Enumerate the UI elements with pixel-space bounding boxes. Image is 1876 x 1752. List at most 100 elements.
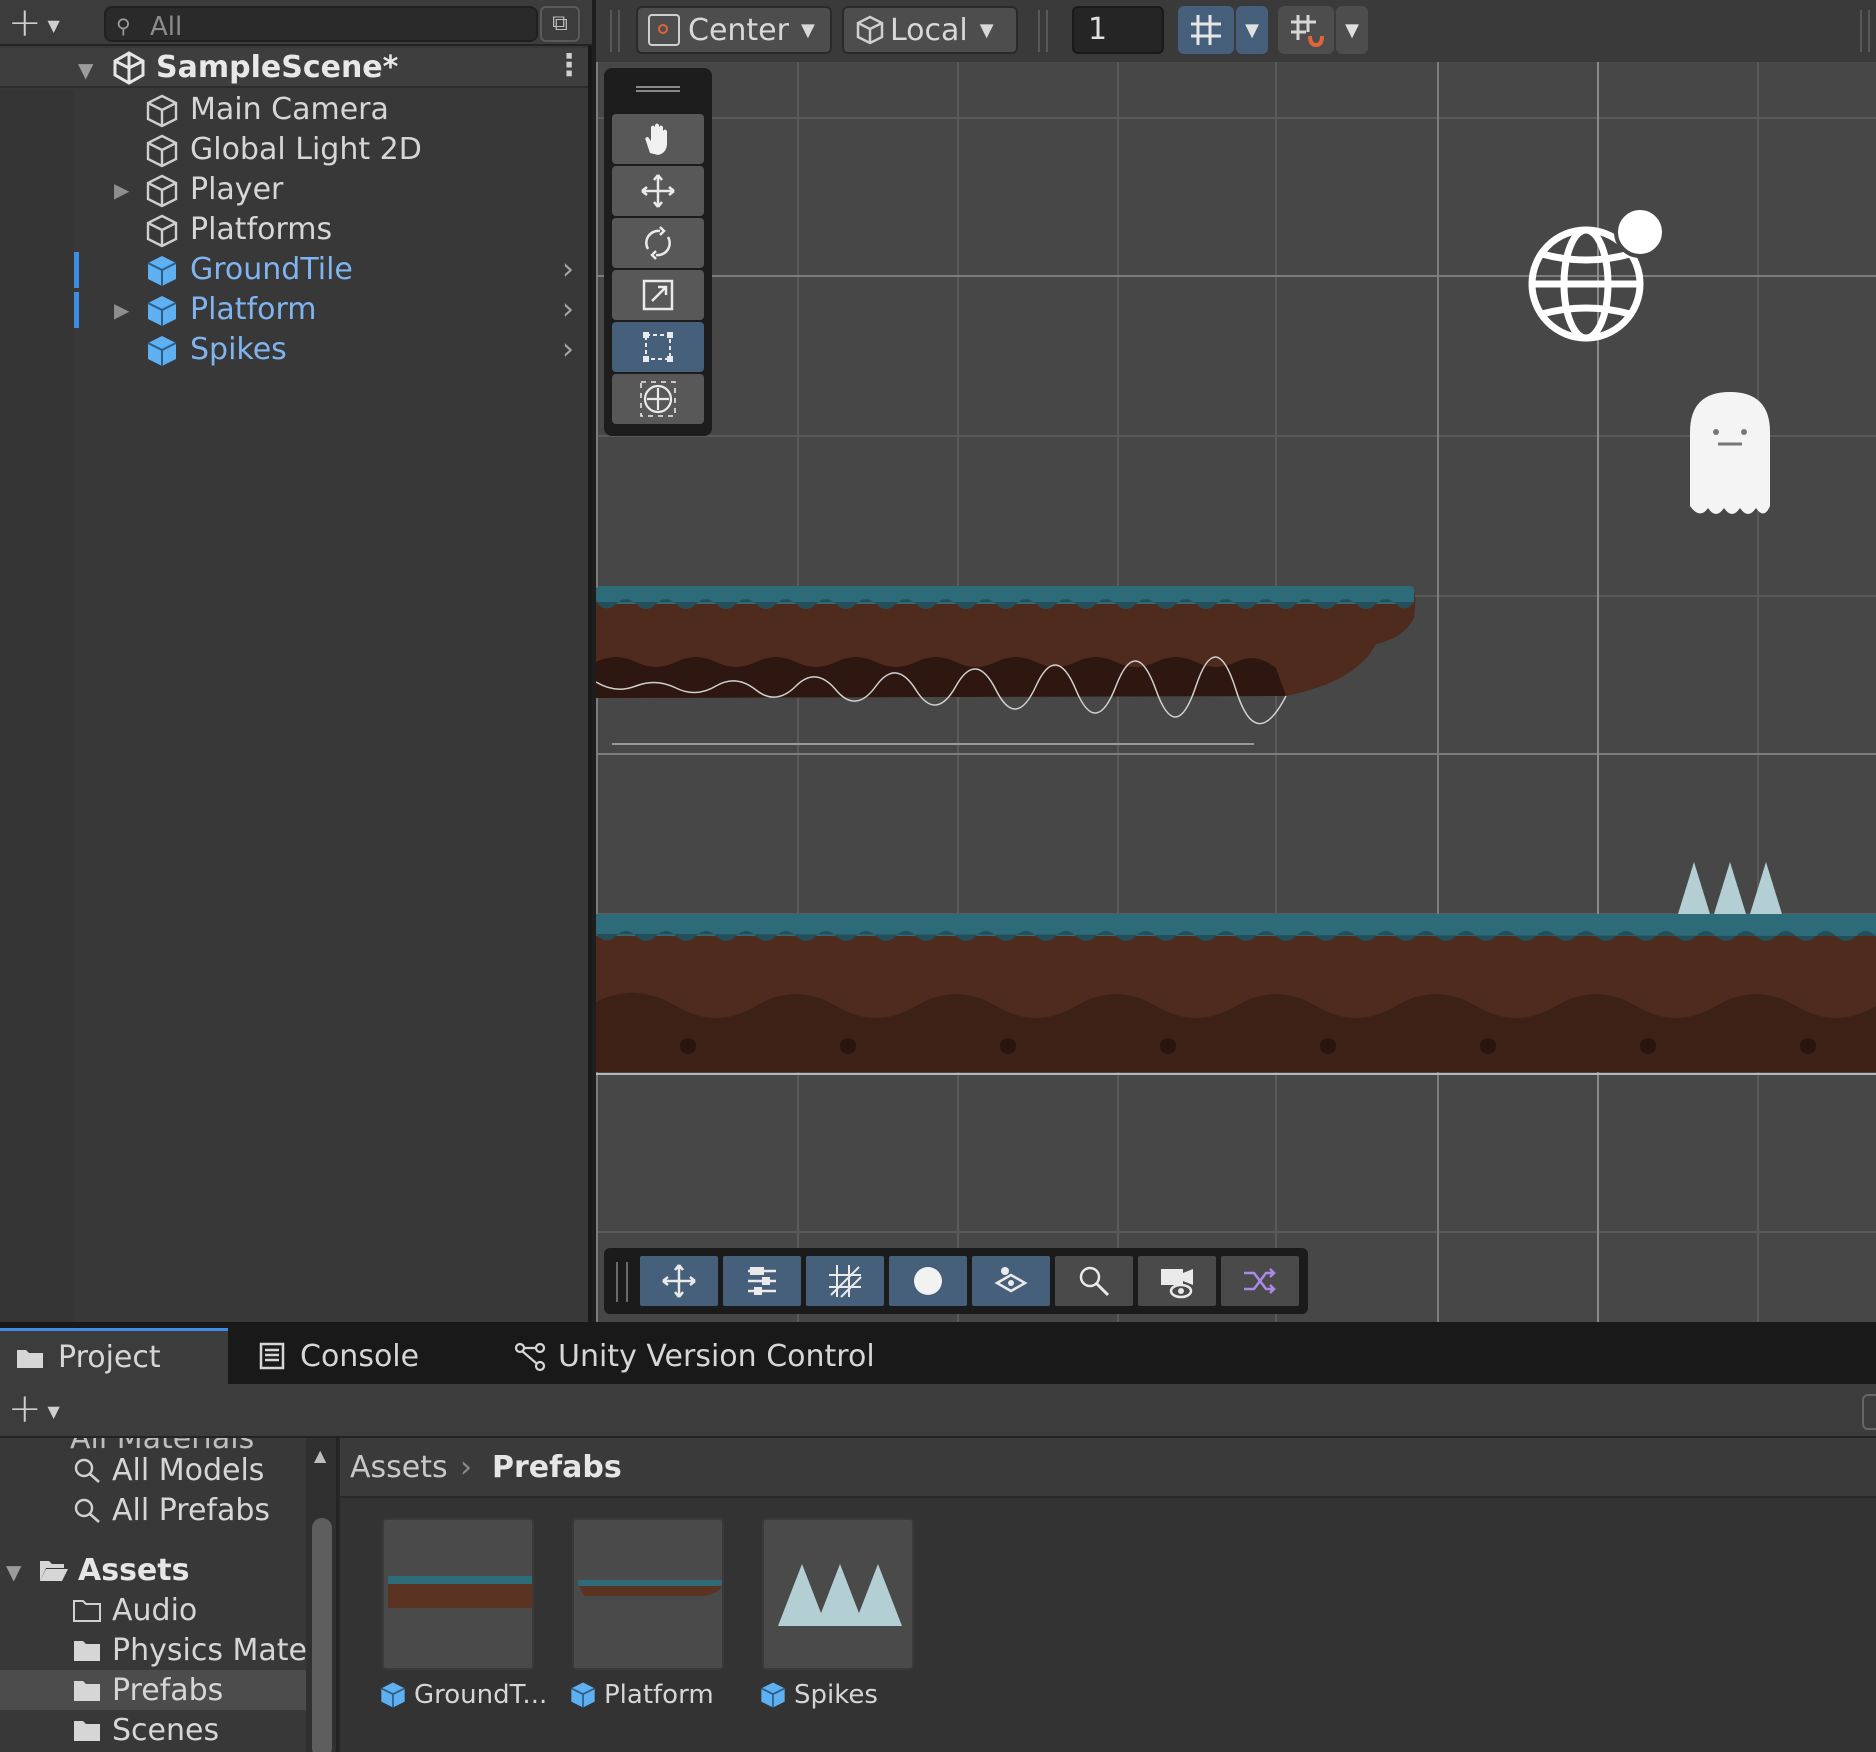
folder-icon bbox=[74, 1681, 100, 1701]
open-prefab-chevron-icon[interactable]: › bbox=[562, 252, 574, 287]
snap-settings-dropdown[interactable]: ▼ bbox=[1336, 6, 1368, 54]
more-options-icon[interactable]: ⋮ bbox=[554, 48, 584, 83]
snap-increment-input[interactable]: 1 bbox=[1072, 6, 1164, 54]
rotate-tool-button[interactable] bbox=[612, 218, 704, 268]
scene-header[interactable]: ▼ SampleScene* ⋮ bbox=[0, 48, 588, 88]
project-sidebar: All Materials All Models All Prefabs ▼ Asse… bbox=[0, 1438, 338, 1752]
tab-unity-version-control[interactable]: Unity Version Control bbox=[494, 1328, 894, 1384]
sidebar-item-label: Physics Mate bbox=[112, 1632, 307, 1668]
player-ghost-sprite[interactable] bbox=[1690, 392, 1770, 514]
platform-sprite[interactable] bbox=[596, 586, 1416, 725]
folder-outline-icon bbox=[73, 1600, 101, 1622]
cube-outline-icon bbox=[146, 214, 178, 248]
chevron-down-icon: ▼ bbox=[800, 19, 815, 41]
project-search-stub[interactable] bbox=[1862, 1394, 1876, 1430]
hierarchy-item[interactable]: Global Light 2D bbox=[0, 130, 588, 170]
create-asset-button[interactable]: + ▼ bbox=[8, 1388, 60, 1430]
shading-overlay-button[interactable] bbox=[889, 1256, 967, 1306]
console-icon bbox=[259, 1342, 285, 1370]
pivot-mode-dropdown[interactable]: Center ▼ bbox=[636, 6, 832, 54]
scrollbar-thumb[interactable] bbox=[312, 1518, 332, 1752]
hierarchy-item-label: Platform bbox=[190, 292, 317, 327]
snap-settings-icon bbox=[1291, 15, 1324, 48]
grid-snap-button[interactable] bbox=[1178, 6, 1234, 54]
sidebar-scrollbar[interactable]: ▲ bbox=[306, 1438, 336, 1752]
groundtile-sprite[interactable] bbox=[596, 914, 1876, 1072]
hierarchy-item[interactable]: ▶ Player bbox=[0, 170, 588, 210]
fold-closed-icon[interactable]: ▶ bbox=[114, 178, 129, 202]
sliders-overlay-button[interactable] bbox=[723, 1256, 801, 1306]
tab-console[interactable]: Console bbox=[236, 1328, 446, 1384]
hierarchy-item-label: Main Camera bbox=[190, 92, 389, 127]
toolbar-grip[interactable] bbox=[610, 10, 620, 52]
shuffle-overlay-button[interactable] bbox=[1221, 1256, 1299, 1306]
scene-overlay-toolbar bbox=[604, 1248, 1308, 1314]
camera-overlay-button[interactable] bbox=[1138, 1256, 1216, 1306]
spikes-sprite[interactable] bbox=[1678, 862, 1782, 914]
sidebar-item[interactable]: Audio bbox=[72, 1590, 197, 1630]
asset-tile-spikes[interactable]: Spikes bbox=[760, 1518, 922, 1738]
hierarchy-item[interactable]: Spikes › bbox=[0, 330, 588, 370]
grid-snap-dropdown[interactable]: ▼ bbox=[1236, 6, 1268, 54]
hierarchy-item[interactable]: ▶ Platform › bbox=[0, 290, 588, 330]
overlay-grip[interactable] bbox=[616, 1262, 628, 1302]
tab-project[interactable]: Project bbox=[0, 1328, 228, 1384]
hierarchy-item[interactable]: Platforms bbox=[0, 210, 588, 250]
hierarchy-item[interactable]: GroundTile › bbox=[0, 250, 588, 290]
breadcrumb-assets[interactable]: Assets bbox=[350, 1450, 448, 1485]
transform-tool-button[interactable] bbox=[612, 374, 704, 424]
search-overlay-button[interactable] bbox=[1055, 1256, 1133, 1306]
tab-label: Project bbox=[58, 1340, 161, 1375]
snap-settings-button[interactable] bbox=[1278, 6, 1334, 54]
move-tool-button[interactable] bbox=[612, 166, 704, 216]
pivot-rotation-dropdown[interactable]: Local ▼ bbox=[842, 6, 1018, 54]
sidebar-item[interactable]: Assets bbox=[38, 1550, 189, 1590]
sidebar-item[interactable]: Prefabs bbox=[72, 1670, 223, 1710]
search-icon bbox=[74, 1498, 100, 1523]
rect-tool-button[interactable] bbox=[612, 322, 704, 372]
open-prefab-chevron-icon[interactable]: › bbox=[562, 332, 574, 367]
hierarchy-toolbar: + ▼ ⚲ All ⧉ bbox=[0, 0, 592, 46]
project-content: Assets › Prefabs GroundT... Platform Spike… bbox=[340, 1438, 1876, 1752]
sidebar-item[interactable]: Physics Mate bbox=[72, 1630, 307, 1670]
fold-closed-icon[interactable]: ▶ bbox=[114, 298, 129, 322]
folder-open-icon bbox=[40, 1561, 68, 1581]
bottom-tab-bar: Project Console Unity Version Control bbox=[0, 1322, 1876, 1384]
folder-icon bbox=[74, 1721, 100, 1741]
plus-icon: + bbox=[8, 1386, 42, 1432]
sidebar-item[interactable]: All Models bbox=[72, 1450, 264, 1490]
hierarchy-search-input[interactable]: ⚲ All bbox=[104, 6, 538, 42]
asset-name: Platform bbox=[568, 1680, 714, 1710]
search-filter-button[interactable]: ⧉ bbox=[540, 6, 580, 42]
overlay-grip[interactable] bbox=[636, 86, 680, 92]
shuffle-overlay-icon bbox=[1244, 1268, 1276, 1294]
open-prefab-chevron-icon[interactable]: › bbox=[562, 292, 574, 327]
shading-overlay-icon bbox=[914, 1267, 942, 1295]
breadcrumb-current[interactable]: Prefabs bbox=[492, 1450, 622, 1485]
search-overlay-icon bbox=[1079, 1266, 1110, 1297]
grid-snap-icon bbox=[1191, 15, 1221, 45]
layers-overlay-button[interactable] bbox=[972, 1256, 1050, 1306]
sidebar-item[interactable]: All Prefabs bbox=[72, 1490, 270, 1530]
scroll-up-icon[interactable]: ▲ bbox=[314, 1446, 326, 1465]
hand-tool-button[interactable] bbox=[612, 114, 704, 164]
search-icon bbox=[74, 1458, 100, 1483]
grid-overlay-button[interactable] bbox=[806, 1256, 884, 1306]
rotate-tool-icon bbox=[645, 226, 671, 260]
sidebar-item[interactable]: Scenes bbox=[72, 1710, 219, 1750]
fold-open-icon[interactable]: ▼ bbox=[78, 58, 93, 82]
asset-tile-groundtile[interactable]: GroundT... bbox=[380, 1518, 547, 1738]
hierarchy-item-label: Global Light 2D bbox=[190, 132, 422, 167]
hand-tool-icon bbox=[645, 123, 667, 155]
scene-view[interactable]: Center ▼ Local ▼ 1 ▼ ▼ bbox=[596, 0, 1876, 1322]
search-placeholder: All bbox=[150, 12, 183, 42]
tools-overlay bbox=[604, 68, 712, 436]
add-gameobject-button[interactable]: + ▼ bbox=[8, 2, 60, 44]
scale-tool-button[interactable] bbox=[612, 270, 704, 320]
fold-open-icon[interactable]: ▼ bbox=[6, 1560, 21, 1584]
move-overlay-button[interactable] bbox=[640, 1256, 718, 1306]
hierarchy-item-label: Player bbox=[190, 172, 284, 207]
chevron-down-icon: ▼ bbox=[1245, 19, 1259, 41]
asset-tile-platform[interactable]: Platform bbox=[570, 1518, 732, 1738]
hierarchy-item[interactable]: Main Camera bbox=[0, 90, 588, 130]
